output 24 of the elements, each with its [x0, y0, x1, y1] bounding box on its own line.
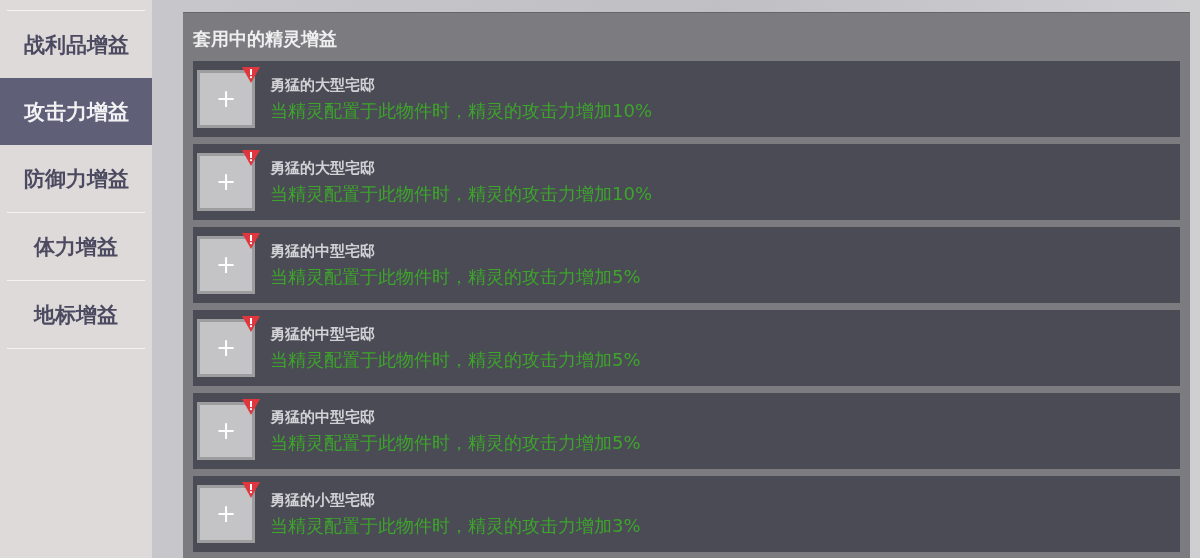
sidebar-tab[interactable]: 防御力增益: [0, 145, 152, 212]
sidebar-tab[interactable]: 体力增益: [0, 213, 152, 280]
slot-name: 勇猛的中型宅邸: [270, 324, 376, 344]
add-button[interactable]: +: [197, 70, 255, 128]
slot-effect: 当精灵配置于此物件时，精灵的攻击力增加3%: [270, 513, 641, 538]
slot-effect: 当精灵配置于此物件时，精灵的攻击力增加10%: [270, 98, 652, 123]
slot-effect: 当精灵配置于此物件时，精灵的攻击力增加10%: [270, 181, 652, 206]
slot-name: 勇猛的大型宅邸: [270, 75, 376, 95]
add-button[interactable]: +: [197, 485, 255, 543]
add-button[interactable]: +: [197, 402, 255, 460]
slot-effect: 当精灵配置于此物件时，精灵的攻击力增加5%: [270, 430, 641, 455]
slot-name: 勇猛的小型宅邸: [270, 490, 376, 510]
slot-name: 勇猛的大型宅邸: [270, 158, 376, 178]
add-button[interactable]: +: [197, 236, 255, 294]
sidebar-tab[interactable]: 战利品增益: [0, 11, 152, 78]
sidebar-tab[interactable]: 地标增益: [0, 281, 152, 348]
slot-effect: 当精灵配置于此物件时，精灵的攻击力增加5%: [270, 347, 641, 372]
slot-name: 勇猛的中型宅邸: [270, 241, 376, 261]
add-button[interactable]: +: [197, 153, 255, 211]
slot-name: 勇猛的中型宅邸: [270, 407, 376, 427]
slot-effect: 当精灵配置于此物件时，精灵的攻击力增加5%: [270, 264, 641, 289]
sidebar-tab[interactable]: 攻击力增益: [0, 78, 152, 145]
panel-title: 套用中的精灵增益: [193, 27, 338, 51]
add-button[interactable]: +: [197, 319, 255, 377]
